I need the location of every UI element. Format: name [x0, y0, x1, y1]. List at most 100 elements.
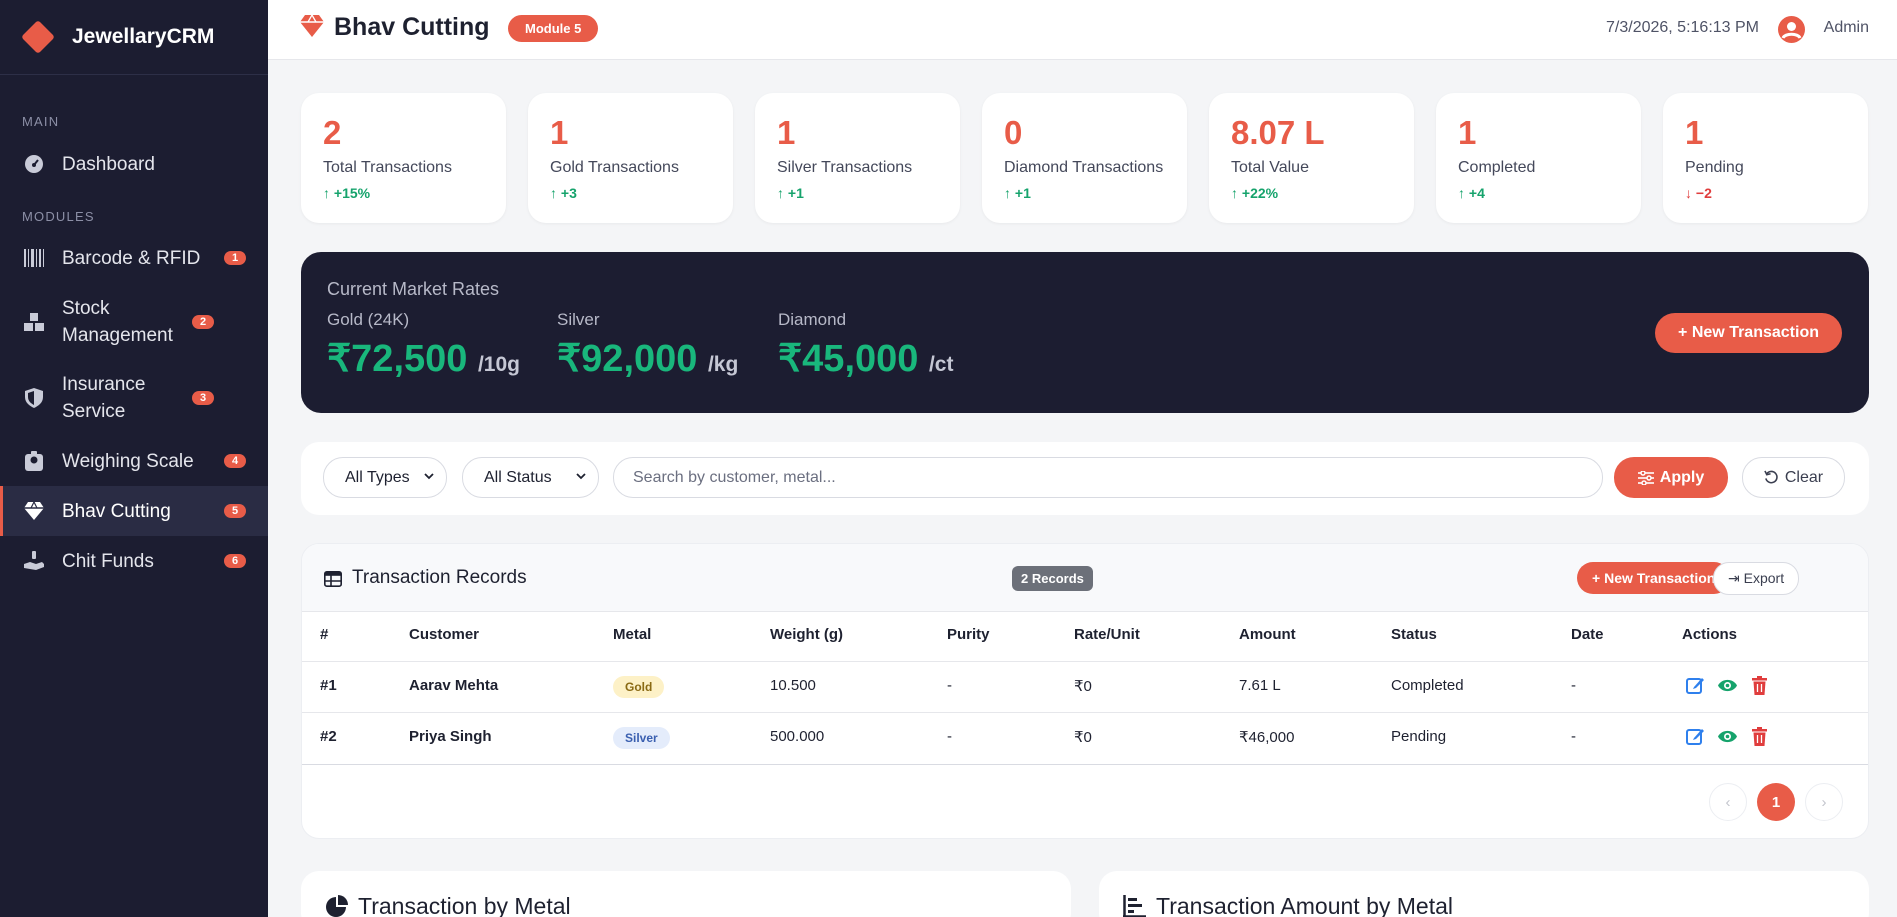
- sidebar-item-label: Chit Funds: [62, 550, 154, 572]
- arrow-up-icon: ↑: [1458, 185, 1465, 201]
- view-icon[interactable]: [1718, 676, 1737, 695]
- pie-chart-icon: [326, 895, 348, 917]
- sidebar-item-bhav-cutting[interactable]: Bhav Cutting 5: [0, 486, 268, 536]
- current-datetime: 7/3/2026, 5:16:13 PM: [1606, 19, 1759, 36]
- reset-icon: [1764, 470, 1778, 484]
- sidebar-item-dashboard[interactable]: Dashboard: [0, 146, 268, 182]
- column-header: Rate/Unit: [1074, 626, 1140, 643]
- plus-icon: +: [1678, 324, 1688, 341]
- stat-card-gold-transactions: 1 Gold Transactions ↑ +3: [528, 93, 733, 223]
- sidebar-item-insurance[interactable]: Insurance Service 3: [0, 371, 268, 425]
- row-customer: Aarav Mehta: [409, 677, 499, 694]
- sidebar-item-label: Bhav Cutting: [62, 500, 171, 522]
- row-weight: 500.000: [770, 728, 825, 745]
- row-customer: Priya Singh: [409, 728, 492, 745]
- gold-rate: Gold (24K) ₹72,500 /10g: [327, 310, 520, 381]
- records-new-transaction-button[interactable]: + New Transaction: [1577, 562, 1731, 594]
- next-page-button[interactable]: ›: [1805, 783, 1843, 821]
- row-weight: 10.500: [770, 677, 816, 694]
- row-id: #2: [320, 728, 337, 745]
- sidebar-item-badge: 3: [192, 391, 214, 405]
- arrow-up-icon: ↑: [1004, 185, 1011, 201]
- stat-card-completed: 1 Completed ↑ +4: [1436, 93, 1641, 223]
- arrow-down-icon: ↓: [1685, 185, 1692, 201]
- chart-title: Transaction Amount by Metal: [1156, 893, 1454, 917]
- chevron-right-icon: ›: [1821, 793, 1827, 811]
- search-input[interactable]: [613, 457, 1603, 498]
- silver-rate-label: Silver: [557, 310, 600, 329]
- type-filter-select[interactable]: All Types: [323, 457, 447, 498]
- stat-value: 1: [1458, 114, 1477, 151]
- dashboard-icon: [22, 152, 46, 176]
- filter-bar: All Types All Status Apply Clear: [301, 442, 1869, 515]
- chart-card-transaction-by-metal: Transaction by Metal: [301, 871, 1071, 917]
- row-rate: ₹0: [1074, 729, 1092, 746]
- topbar: Bhav Cutting Module 5 7/3/2026, 5:16:13 …: [268, 0, 1897, 60]
- records-header: Transaction Records 2 Records + New Tran…: [302, 544, 1868, 612]
- edit-icon[interactable]: [1686, 676, 1705, 695]
- stat-value: 0: [1004, 114, 1023, 151]
- delete-icon[interactable]: [1750, 676, 1769, 695]
- stat-value: 1: [550, 114, 569, 151]
- brand[interactable]: JewellaryCRM: [0, 0, 268, 75]
- user-name[interactable]: Admin: [1824, 19, 1869, 37]
- stat-card-silver-transactions: 1 Silver Transactions ↑ +1: [755, 93, 960, 223]
- sidebar-item-chit-funds[interactable]: Chit Funds 6: [0, 543, 268, 579]
- column-header: Customer: [409, 626, 480, 643]
- page-button[interactable]: 1: [1757, 783, 1795, 821]
- stat-label: Pending: [1685, 159, 1744, 176]
- row-id: #1: [320, 677, 337, 694]
- market-rates-panel: Current Market Rates Gold (24K) ₹72,500 …: [301, 252, 1869, 413]
- sidebar-section-main: MAIN: [22, 114, 60, 129]
- stat-label: Total Transactions: [323, 159, 452, 176]
- shield-icon: [22, 386, 46, 410]
- chart-title: Transaction by Metal: [358, 893, 571, 917]
- stat-label: Gold Transactions: [550, 159, 679, 176]
- prev-page-button[interactable]: ‹: [1709, 783, 1747, 821]
- user-avatar-icon[interactable]: [1778, 16, 1805, 43]
- arrow-up-icon: ↑: [1231, 185, 1238, 201]
- market-rates-title: Current Market Rates: [327, 279, 500, 299]
- sidebar-item-label: Stock Management: [62, 298, 173, 346]
- edit-icon[interactable]: [1686, 727, 1705, 746]
- stat-trend: ↑ +3: [550, 185, 577, 201]
- apply-button[interactable]: Apply: [1614, 457, 1728, 498]
- records-title: Transaction Records: [352, 567, 527, 588]
- delete-icon[interactable]: [1750, 727, 1769, 746]
- stat-label: Total Value: [1231, 159, 1309, 176]
- stat-trend: ↑ +22%: [1231, 185, 1279, 201]
- stat-trend: ↑ +1: [777, 185, 804, 201]
- brand-name: JewellaryCRM: [72, 25, 215, 48]
- sidebar-item-stock[interactable]: Stock Management 2: [0, 295, 268, 349]
- stat-trend: ↑ +4: [1458, 185, 1485, 201]
- diamond-rate: Diamond ₹45,000 /ct: [778, 310, 953, 381]
- sidebar-item-weighing[interactable]: Weighing Scale 4: [0, 443, 268, 479]
- plus-icon: +: [1592, 570, 1601, 586]
- hand-coin-icon: [22, 549, 46, 573]
- export-button[interactable]: ⇥ Export: [1713, 562, 1800, 595]
- transaction-records-card: Transaction Records 2 Records + New Tran…: [301, 543, 1869, 839]
- view-icon[interactable]: [1718, 727, 1737, 746]
- sidebar-section-modules: MODULES: [22, 209, 95, 224]
- sidebar-item-badge: 2: [192, 315, 214, 329]
- scale-icon: [22, 449, 46, 473]
- chevron-down-icon: [576, 473, 586, 480]
- stat-trend: ↑ +15%: [323, 185, 371, 201]
- row-date: -: [1571, 677, 1576, 694]
- sidebar-item-badge: 5: [224, 504, 246, 518]
- stat-label: Silver Transactions: [777, 159, 913, 176]
- status-filter-select[interactable]: All Status: [462, 457, 599, 498]
- clear-button[interactable]: Clear: [1742, 457, 1845, 498]
- column-header: Date: [1571, 626, 1604, 643]
- gold-rate-label: Gold (24K): [327, 310, 410, 329]
- column-header: #: [320, 626, 329, 643]
- arrow-up-icon: ↑: [777, 185, 784, 201]
- new-transaction-button[interactable]: + New Transaction: [1655, 313, 1842, 353]
- diamond-rate-label: Diamond: [778, 310, 847, 329]
- column-header: Weight (g): [770, 626, 844, 643]
- sidebar-item-barcode[interactable]: Barcode & RFID 1: [0, 240, 268, 276]
- gold-rate-value: ₹72,500 /10g: [327, 338, 520, 380]
- sidebar-item-label: Weighing Scale: [62, 450, 194, 472]
- row-date: -: [1571, 728, 1576, 745]
- boxes-icon: [22, 310, 46, 334]
